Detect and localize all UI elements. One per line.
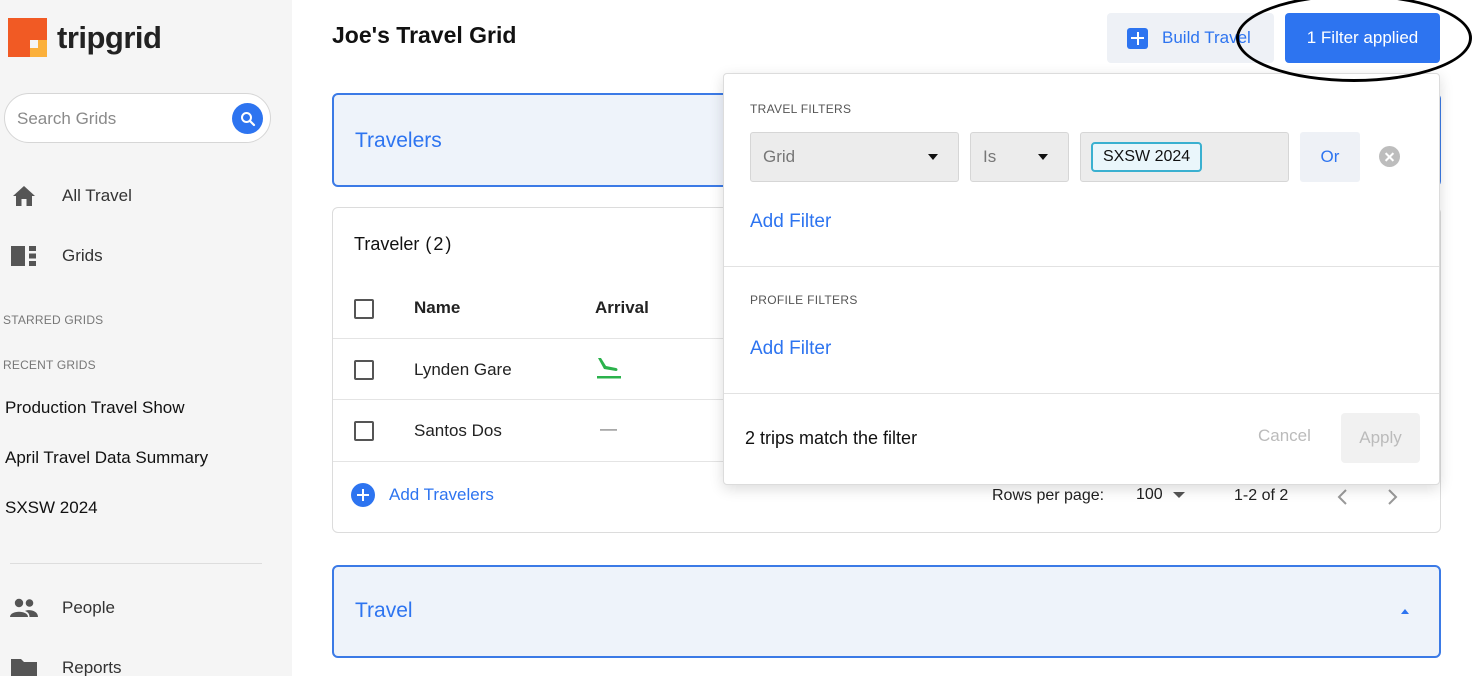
search-button[interactable] xyxy=(232,103,263,134)
chevron-right-icon[interactable] xyxy=(1385,488,1399,506)
nav-item-label: People xyxy=(62,598,115,617)
filter-value-chip[interactable]: SXSW 2024 xyxy=(1091,142,1203,172)
travel-panel-title: Travel xyxy=(355,599,413,622)
column-header-name[interactable]: Name xyxy=(414,298,460,318)
recent-grid-item[interactable]: SXSW 2024 xyxy=(5,498,98,518)
build-travel-button[interactable]: Build Travel xyxy=(1107,13,1274,63)
sidebar: tripgrid All Travel Grids STARRED GRIDS xyxy=(0,0,292,676)
chevron-left-icon[interactable] xyxy=(1336,488,1350,506)
rows-per-page-select[interactable]: 100 xyxy=(1136,486,1186,504)
remove-filter-icon[interactable] xyxy=(1379,146,1400,167)
travel-panel[interactable]: Travel xyxy=(332,565,1441,658)
row-checkbox[interactable] xyxy=(354,360,374,380)
filter-popover: TRAVEL FILTERS Grid Is SXSW 2024 Or Add … xyxy=(723,73,1440,485)
logo[interactable]: tripgrid xyxy=(8,18,162,57)
nav-item-people[interactable]: People xyxy=(10,596,115,620)
traveler-table-title: Traveler (2) xyxy=(354,234,453,255)
filter-operator-value: Is xyxy=(983,147,997,166)
page-title: Joe's Travel Grid xyxy=(332,22,517,48)
starred-grids-heading: STARRED GRIDS xyxy=(3,313,104,327)
sidebar-divider xyxy=(10,563,262,564)
plus-square-icon xyxy=(1127,27,1148,49)
rows-per-page-value: 100 xyxy=(1136,486,1163,503)
filter-match-count: 2 trips match the filter xyxy=(745,428,918,448)
add-travel-filter-link[interactable]: Add Filter xyxy=(750,211,831,233)
flight-land-icon xyxy=(597,358,621,379)
nav-item-reports[interactable]: Reports xyxy=(10,656,122,676)
nav-item-all-travel[interactable]: All Travel xyxy=(10,184,132,208)
tripgrid-logo-icon xyxy=(8,18,47,57)
filter-operator-select[interactable]: Is xyxy=(970,132,1069,182)
traveler-table-title-text: Traveler xyxy=(354,234,420,254)
recent-grid-item[interactable]: April Travel Data Summary xyxy=(5,448,208,468)
arrival-empty: — xyxy=(600,419,617,438)
filter-field-select[interactable]: Grid xyxy=(750,132,959,182)
filter-value-input[interactable]: SXSW 2024 xyxy=(1080,132,1289,182)
popover-divider xyxy=(724,393,1439,394)
traveler-name[interactable]: Santos Dos xyxy=(414,421,502,441)
add-circle-icon xyxy=(351,483,375,507)
column-header-arrival[interactable]: Arrival xyxy=(595,298,649,318)
cancel-button[interactable]: Cancel xyxy=(1258,426,1311,446)
nav-item-label: Reports xyxy=(62,658,122,676)
add-travelers-button[interactable]: Add Travelers xyxy=(351,483,494,507)
nav-item-label: Grids xyxy=(62,246,103,265)
filter-field-value: Grid xyxy=(763,147,796,166)
people-icon xyxy=(10,596,38,620)
apply-button[interactable]: Apply xyxy=(1341,413,1420,463)
travel-filters-heading: TRAVEL FILTERS xyxy=(750,102,852,116)
recent-grids-heading: RECENT GRIDS xyxy=(3,358,96,372)
traveler-count: (2) xyxy=(425,234,454,254)
caret-up-icon[interactable] xyxy=(1399,607,1411,615)
pagination-range: 1-2 of 2 xyxy=(1234,487,1289,504)
nav-item-label: All Travel xyxy=(62,186,132,205)
filter-applied-button[interactable]: 1 Filter applied xyxy=(1285,13,1440,63)
add-profile-filter-link[interactable]: Add Filter xyxy=(750,338,831,360)
folder-icon xyxy=(10,656,38,676)
select-all-checkbox[interactable] xyxy=(354,299,374,319)
home-icon xyxy=(10,184,38,208)
logo-text: tripgrid xyxy=(57,19,162,55)
recent-grid-item[interactable]: Production Travel Show xyxy=(5,398,185,418)
nav-item-grids[interactable]: Grids xyxy=(10,244,103,268)
travelers-panel-title: Travelers xyxy=(355,129,442,152)
or-button[interactable]: Or xyxy=(1300,132,1360,182)
profile-filters-heading: PROFILE FILTERS xyxy=(750,293,858,307)
caret-down-icon xyxy=(1173,492,1186,498)
popover-divider xyxy=(724,266,1439,267)
add-travelers-label: Add Travelers xyxy=(389,485,494,504)
search-icon xyxy=(240,111,255,126)
caret-down-icon xyxy=(1038,154,1048,160)
build-travel-label: Build Travel xyxy=(1162,28,1251,47)
caret-down-icon xyxy=(928,154,938,160)
traveler-name[interactable]: Lynden Gare xyxy=(414,360,512,380)
row-checkbox[interactable] xyxy=(354,421,374,441)
search-box xyxy=(4,93,271,143)
search-input[interactable] xyxy=(17,106,227,132)
grid-icon xyxy=(10,244,38,268)
rows-per-page-label: Rows per page: xyxy=(992,487,1105,504)
filter-applied-label: 1 Filter applied xyxy=(1306,28,1419,47)
